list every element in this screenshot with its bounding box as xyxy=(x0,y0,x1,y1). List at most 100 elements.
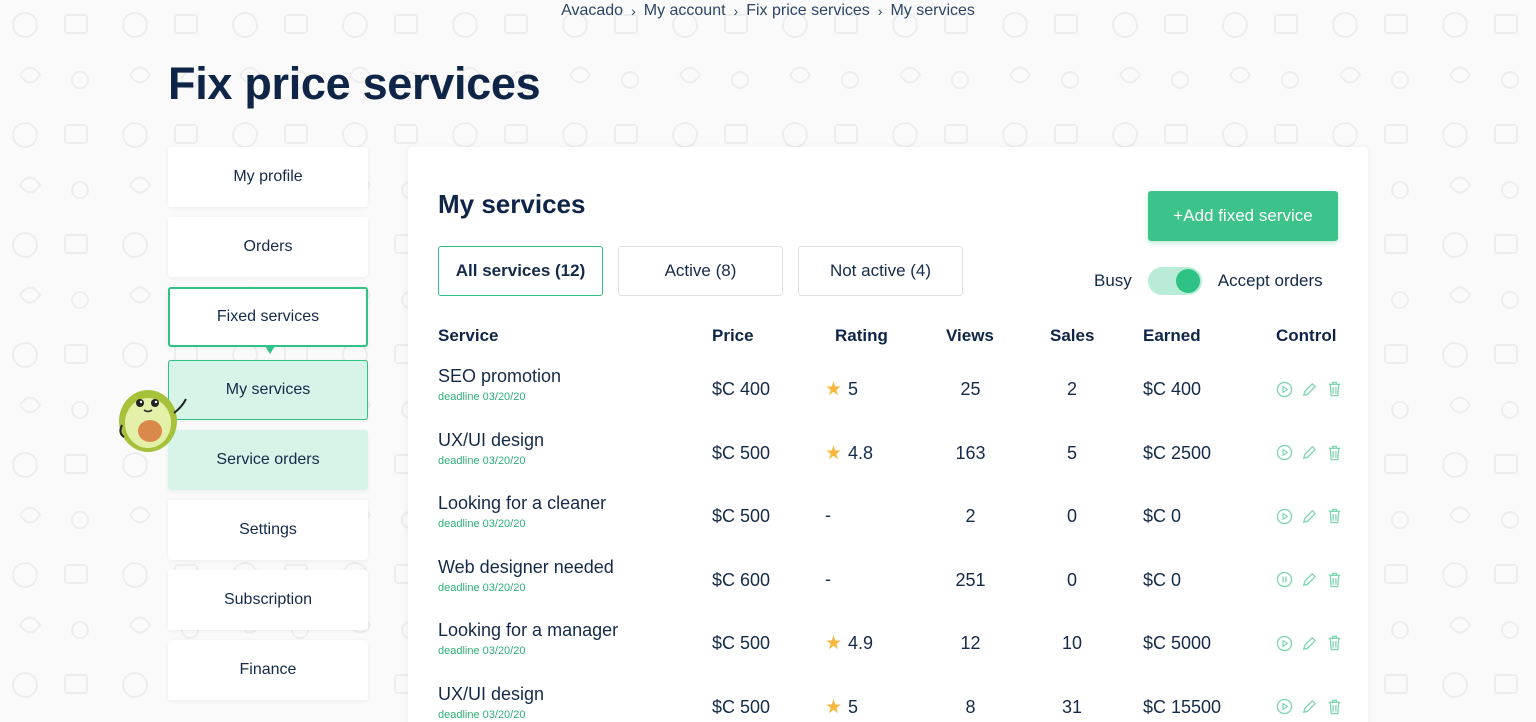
sidebar-item-label: Orders xyxy=(243,238,293,255)
breadcrumb-item-fix-price[interactable]: Fix price services xyxy=(746,2,870,20)
service-earned: $C 400 xyxy=(1143,379,1202,399)
service-name[interactable]: UX/UI design xyxy=(438,430,544,451)
breadcrumb: Avacado › My account › Fix price service… xyxy=(0,0,1536,22)
avocado-mascot-icon xyxy=(119,390,187,452)
table-row: Web designer needed deadline 03/20/20 $C… xyxy=(438,557,1341,617)
edit-icon[interactable] xyxy=(1301,635,1318,652)
availability-toggle-group: Busy Accept orders xyxy=(1094,267,1323,295)
add-fixed-service-button[interactable]: +Add fixed service xyxy=(1148,191,1338,241)
service-name[interactable]: Web designer needed xyxy=(438,557,614,578)
edit-icon[interactable] xyxy=(1301,508,1318,525)
trash-icon[interactable] xyxy=(1326,444,1343,462)
trash-icon[interactable] xyxy=(1326,698,1343,716)
edit-icon[interactable] xyxy=(1301,381,1318,398)
rating-value: - xyxy=(825,568,831,589)
star-icon: ★ xyxy=(825,442,843,464)
sidebar-item-label: My services xyxy=(225,381,311,398)
tab-active[interactable]: Active (8) xyxy=(618,246,783,296)
service-deadline: deadline 03/20/20 xyxy=(438,708,526,721)
rating-value: 4.8 xyxy=(848,442,874,463)
service-price: $C 500 xyxy=(712,506,771,526)
sidebar-item-my-services[interactable]: My services xyxy=(168,360,368,420)
services-card: My services +Add fixed service All servi… xyxy=(408,147,1368,722)
service-views: 163 xyxy=(955,442,986,463)
rating-value: - xyxy=(825,505,831,525)
play-icon[interactable] xyxy=(1276,698,1293,715)
sidebar-item-label: Fixed services xyxy=(216,308,320,325)
service-rating: ★ 5 xyxy=(825,378,858,401)
service-name[interactable]: Looking for a manager xyxy=(438,620,618,641)
service-name[interactable]: Looking for a cleaner xyxy=(438,493,606,514)
breadcrumb-item-home[interactable]: Avacado xyxy=(561,2,623,20)
trash-icon[interactable] xyxy=(1326,571,1343,589)
toggle-knob xyxy=(1175,269,1200,293)
trash-icon[interactable] xyxy=(1326,507,1343,525)
play-icon[interactable] xyxy=(1276,508,1293,525)
sidebar-item-subscription[interactable]: Subscription xyxy=(168,570,368,630)
table-row: UX/UI design deadline 03/20/20 $C 500 ★ … xyxy=(438,430,1341,490)
sidebar-item-orders[interactable]: Orders xyxy=(168,217,368,277)
sidebar-item-settings[interactable]: Settings xyxy=(168,500,368,560)
table-row: Looking for a cleaner deadline 03/20/20 … xyxy=(438,493,1341,553)
service-views: 25 xyxy=(960,379,981,399)
tab-all-services[interactable]: All services (12) xyxy=(438,246,603,296)
service-rating: ★ 5 xyxy=(825,696,858,719)
tab-label: All services (12) xyxy=(455,261,586,280)
sidebar-item-service-orders[interactable]: Service orders xyxy=(168,430,368,490)
star-icon: ★ xyxy=(825,379,843,400)
play-icon[interactable] xyxy=(1276,381,1293,398)
play-icon[interactable] xyxy=(1276,444,1293,461)
edit-icon[interactable] xyxy=(1301,444,1318,461)
service-name[interactable]: UX/UI design xyxy=(438,684,544,705)
chevron-right-icon: › xyxy=(733,3,739,19)
card-title: My services xyxy=(438,189,586,219)
service-price: $C 500 xyxy=(712,696,771,717)
edit-icon[interactable] xyxy=(1301,571,1318,588)
rating-value: 4.9 xyxy=(848,633,874,653)
sidebar-item-label: My profile xyxy=(233,168,303,185)
tab-label: Active (8) xyxy=(664,261,737,280)
tab-not-active[interactable]: Not active (4) xyxy=(798,246,963,296)
row-controls xyxy=(1276,571,1343,589)
table-row: SEO promotion deadline 03/20/20 $C 400 ★… xyxy=(438,366,1341,426)
play-icon[interactable] xyxy=(1276,635,1293,652)
service-price: $C 500 xyxy=(712,442,771,463)
breadcrumb-item-account[interactable]: My account xyxy=(644,2,726,20)
column-header-service: Service xyxy=(438,326,499,345)
star-icon: ★ xyxy=(825,633,843,654)
column-header-price: Price xyxy=(712,326,754,345)
service-deadline: deadline 03/20/20 xyxy=(438,581,526,594)
sidebar-item-finance[interactable]: Finance xyxy=(168,640,368,700)
row-controls xyxy=(1276,698,1343,716)
accept-orders-toggle[interactable] xyxy=(1147,267,1202,295)
star-icon: ★ xyxy=(825,696,843,718)
service-deadline: deadline 03/20/20 xyxy=(438,391,526,403)
breadcrumb-item-current: My services xyxy=(890,2,975,19)
table-row: Looking for a manager deadline 03/20/20 … xyxy=(438,620,1341,680)
sidebar-item-label: Finance xyxy=(239,661,297,678)
service-deadline: deadline 03/20/20 xyxy=(438,645,526,657)
service-name[interactable]: SEO promotion xyxy=(438,366,561,387)
service-rating: ★ - xyxy=(825,569,831,590)
table-row: UX/UI design deadline 03/20/20 $C 500 ★ … xyxy=(438,684,1341,722)
edit-icon[interactable] xyxy=(1301,698,1318,715)
chevron-right-icon: › xyxy=(631,3,636,19)
service-price: $C 400 xyxy=(712,379,771,399)
pause-icon[interactable] xyxy=(1276,571,1293,588)
service-rating: ★ 4.9 xyxy=(825,632,873,655)
sidebar-item-label: Settings xyxy=(239,521,297,538)
service-earned: $C 5000 xyxy=(1143,633,1212,653)
row-controls xyxy=(1276,507,1343,525)
row-controls xyxy=(1276,444,1343,462)
sidebar-item-fixed-services[interactable]: Fixed services xyxy=(168,287,368,354)
row-controls xyxy=(1276,634,1343,652)
service-earned: $C 2500 xyxy=(1143,442,1212,463)
trash-icon[interactable] xyxy=(1326,634,1343,652)
sidebar-item-label: Subscription xyxy=(223,591,313,608)
trash-icon[interactable] xyxy=(1326,380,1343,398)
column-header-control: Control xyxy=(1276,326,1337,345)
service-earned: $C 0 xyxy=(1143,569,1182,590)
page-title: Fix price services xyxy=(168,58,541,109)
toggle-label-accept-orders: Accept orders xyxy=(1217,271,1323,290)
sidebar-item-my-profile[interactable]: My profile xyxy=(168,147,368,207)
